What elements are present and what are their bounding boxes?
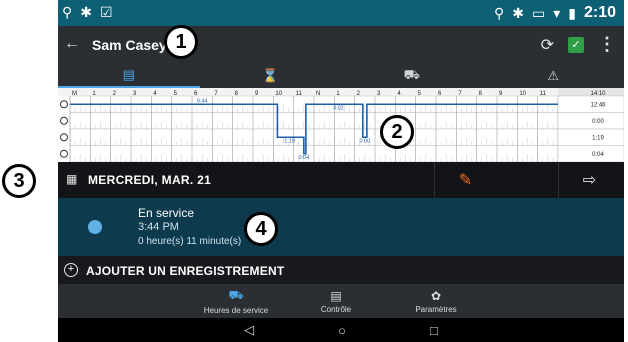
- warning-icon: ⚠: [547, 68, 560, 83]
- system-recent-button[interactable]: □: [430, 323, 438, 338]
- nav-label: Contrôle: [320, 304, 352, 314]
- location-search-icon: ⚲: [62, 4, 73, 20]
- tab-row: ▤ ⌛ ⛟ ⚠: [58, 64, 624, 88]
- calendar-icon[interactable]: ▦: [66, 172, 77, 186]
- title-actions: ⟳ ✓ ⋮: [541, 34, 616, 55]
- total-cell: [557, 128, 624, 146]
- battery-icon: ▮: [568, 4, 576, 21]
- cast-icon: ▭: [531, 4, 546, 21]
- bluetooth-icon: ✱: [80, 4, 92, 20]
- clipboard-icon: ▤: [122, 67, 135, 82]
- checked-icon[interactable]: ✓: [568, 36, 584, 53]
- hours-of-service-icon: ⛟: [228, 287, 244, 302]
- driver-name: Sam Casey: [92, 37, 167, 53]
- system-nav-bar: ◁ ○ □: [58, 318, 624, 342]
- on-duty-status-icon: [88, 220, 102, 234]
- location-pin-icon: ⚲: [493, 4, 505, 21]
- add-record-button[interactable]: + AJOUTER UN ENREGISTREMENT: [58, 256, 624, 284]
- hourglass-icon: ⌛: [262, 68, 279, 83]
- row-total: 0:04: [592, 152, 604, 158]
- total-cell: [557, 112, 624, 130]
- status-left-icons: ⚲ ✱ ☑: [62, 4, 113, 21]
- record-duration: 0 heure(s) 11 minute(s): [138, 236, 242, 247]
- nav-inspection[interactable]: ▤ Contrôle: [286, 284, 386, 318]
- total-cell: [557, 145, 624, 162]
- check-box-icon: ☑: [100, 4, 113, 20]
- segment-label: 0:04: [298, 155, 309, 161]
- log-date[interactable]: MERCREDI, MAR. 21: [88, 173, 211, 187]
- title-bar: ← Sam Casey ⟳ ✓ ⋮: [58, 26, 624, 64]
- row-total: 1:19: [592, 135, 604, 141]
- segment-label: 3:02: [333, 105, 344, 111]
- duty-graph-svg: M 1 2 3 4 5 6 7 8 9 10 11 N 1 2 3 4 5 6 7 8 9 10 11 14:1012:460:…: [58, 88, 624, 162]
- sleeper-icon: [60, 116, 68, 125]
- row-total: 12:46: [590, 102, 606, 108]
- edit-log-icon: ✎: [458, 172, 473, 189]
- export-button[interactable]: ⇨: [558, 162, 620, 198]
- tab-hours[interactable]: ⌛: [200, 64, 342, 88]
- driving-icon: [60, 133, 68, 142]
- add-circle-icon: +: [64, 263, 78, 277]
- device-screen: ⚲ ✱ ☑ ⚲ ✱ ▭ ▾ ▮ 2:10 ← Sam Casey ⟳ ✓ ⋮ ▤…: [58, 0, 624, 342]
- row-total: 0:00: [592, 119, 604, 125]
- back-arrow-icon[interactable]: ←: [64, 35, 80, 53]
- callout-2: 2: [380, 115, 414, 149]
- tab-logs[interactable]: ▤: [58, 64, 200, 88]
- record-status: En service: [138, 206, 195, 220]
- nav-label: Heures de service: [203, 305, 269, 315]
- callout-4: 4: [244, 212, 278, 246]
- wifi-icon: ▾: [553, 4, 561, 21]
- record-time: 3:44 PM: [138, 221, 179, 233]
- overflow-menu-icon[interactable]: ⋮: [598, 34, 616, 55]
- nav-hours-of-service[interactable]: ⛟ Heures de service: [186, 284, 286, 318]
- tab-violations[interactable]: ⚠: [483, 64, 625, 88]
- duty-record[interactable]: En service 3:44 PM 0 heure(s) 11 minute(…: [58, 198, 624, 256]
- truck-icon: ⛟: [403, 67, 420, 82]
- system-back-button[interactable]: ◁: [244, 322, 254, 338]
- callout-1: 1: [164, 25, 198, 59]
- tab-vehicle[interactable]: ⛟: [341, 64, 483, 88]
- bluetooth-icon: ✱: [512, 4, 524, 21]
- nav-label: Paramètres: [415, 304, 457, 314]
- segment-label: 1:19: [284, 138, 295, 144]
- date-row: ▦ MERCREDI, MAR. 21 ✎ ⇨: [58, 162, 624, 198]
- sync-icon[interactable]: ⟳: [541, 35, 554, 55]
- nav-settings[interactable]: ✿ Paramètres: [386, 284, 486, 318]
- status-bar: ⚲ ✱ ☑ ⚲ ✱ ▭ ▾ ▮ 2:10: [58, 0, 624, 26]
- callout-3: 3: [2, 164, 36, 198]
- inspection-icon: ▤: [330, 288, 342, 303]
- status-right-icons: ⚲ ✱ ▭ ▾ ▮ 2:10: [494, 4, 616, 22]
- segment-label: 9:44: [197, 98, 208, 104]
- add-record-label: AJOUTER UN ENREGISTREMENT: [86, 264, 285, 278]
- edit-log-button[interactable]: ✎: [434, 162, 496, 198]
- settings-icon: ✿: [430, 288, 442, 303]
- system-home-button[interactable]: ○: [338, 323, 346, 338]
- duty-status-graph: M 1 2 3 4 5 6 7 8 9 10 11 N 1 2 3 4 5 6 7 8 9 10 11 14:10 12:46 0:…: [58, 88, 624, 162]
- bottom-nav: ⛟ Heures de service ▤ Contrôle ✿ Paramèt…: [58, 284, 624, 318]
- on-duty-icon: [60, 149, 68, 158]
- off-duty-icon: [60, 100, 68, 109]
- export-icon: ⇨: [582, 172, 597, 189]
- segment-label: 0:00: [359, 138, 370, 144]
- status-time: 2:10: [583, 4, 616, 21]
